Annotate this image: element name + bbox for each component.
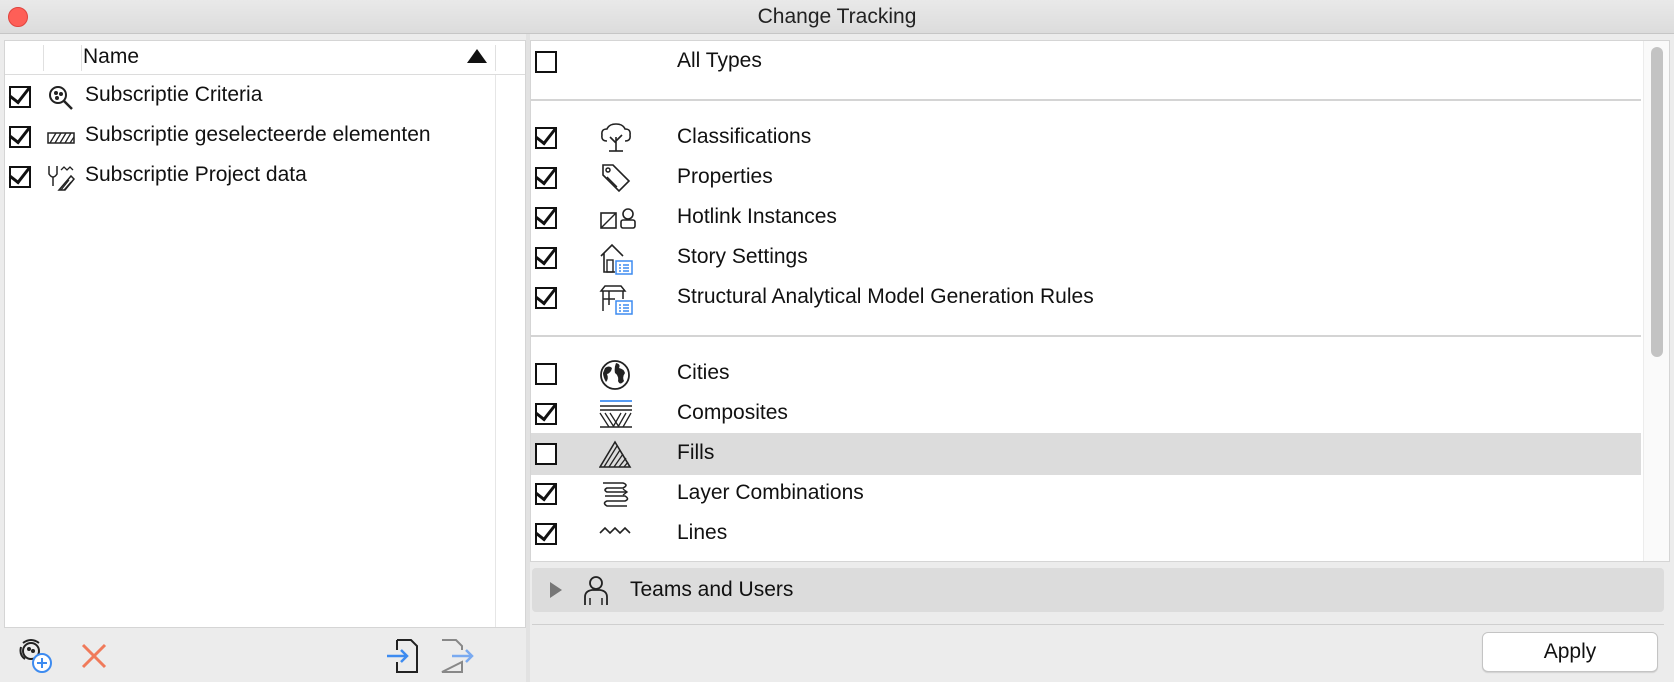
window-title: Change Tracking xyxy=(757,5,917,28)
layers-icon xyxy=(599,479,633,509)
type-checkbox[interactable] xyxy=(535,363,557,385)
list-item-label: Properties xyxy=(677,165,773,188)
type-checkbox[interactable] xyxy=(535,127,557,149)
type-checkbox[interactable] xyxy=(535,207,557,229)
list-item[interactable]: Cities xyxy=(531,353,1641,395)
line-icon xyxy=(599,519,633,549)
list-item[interactable]: Lines xyxy=(531,513,1641,555)
export-button[interactable] xyxy=(436,636,476,676)
list-item[interactable]: Fills xyxy=(531,433,1641,475)
title-bar: Change Tracking xyxy=(0,0,1674,34)
import-button[interactable] xyxy=(382,636,422,676)
change-type-list: All Types Classifications Properties Hot… xyxy=(530,40,1670,562)
list-item-label: Fills xyxy=(677,441,715,464)
delete-icon xyxy=(80,642,108,670)
import-icon xyxy=(385,638,419,674)
list-item[interactable]: Layer Combinations xyxy=(531,473,1641,515)
teams-and-users-section[interactable]: Teams and Users xyxy=(532,568,1664,612)
all-types-checkbox[interactable] xyxy=(535,51,557,73)
list-item[interactable]: Hotlink Instances xyxy=(531,197,1641,239)
type-checkbox[interactable] xyxy=(535,523,557,545)
apply-button[interactable]: Apply xyxy=(1482,632,1658,672)
type-checkbox[interactable] xyxy=(535,443,557,465)
list-item-label: Structural Analytical Model Generation R… xyxy=(677,285,1094,308)
list-item[interactable]: All Types xyxy=(531,41,1641,83)
list-item-label: Lines xyxy=(677,521,728,544)
add-subscription-icon xyxy=(17,637,55,675)
type-checkbox[interactable] xyxy=(535,287,557,309)
list-header: Name xyxy=(5,41,525,75)
tag-icon xyxy=(599,163,633,193)
list-item[interactable]: Subscriptie Criteria xyxy=(5,77,495,117)
hatched-element-icon xyxy=(47,124,75,152)
list-item-label: Subscriptie Criteria xyxy=(85,83,263,106)
list-item[interactable]: Subscriptie Project data xyxy=(5,157,495,197)
user-icon xyxy=(580,574,612,606)
fill-icon xyxy=(599,439,633,469)
group-divider xyxy=(531,99,1641,101)
add-subscription-button[interactable] xyxy=(16,636,56,676)
export-icon xyxy=(438,638,474,674)
composite-icon xyxy=(599,399,633,429)
subscription-checkbox[interactable] xyxy=(9,126,31,148)
subscription-checkbox[interactable] xyxy=(9,166,31,188)
hotlink-icon xyxy=(599,203,636,233)
sort-ascending-icon[interactable] xyxy=(467,49,487,63)
name-column-header[interactable]: Name xyxy=(83,45,139,69)
list-item-label: Cities xyxy=(677,361,730,384)
list-item-label: Subscriptie Project data xyxy=(85,163,307,186)
list-item[interactable]: Story Settings xyxy=(531,237,1641,279)
group-divider xyxy=(531,335,1641,337)
list-item[interactable]: Structural Analytical Model Generation R… xyxy=(531,277,1641,319)
globe-icon xyxy=(599,359,633,390)
type-checkbox[interactable] xyxy=(535,167,557,189)
list-item-label: Story Settings xyxy=(677,245,808,268)
structural-model-icon xyxy=(599,283,633,315)
tree-icon xyxy=(599,123,633,153)
disclosure-triangle-icon[interactable] xyxy=(550,582,562,598)
list-item[interactable]: Properties xyxy=(531,157,1641,199)
story-settings-icon xyxy=(599,243,633,275)
project-data-icon xyxy=(47,164,75,192)
list-item-label: Classifications xyxy=(677,125,812,148)
type-checkbox[interactable] xyxy=(535,403,557,425)
type-checkbox[interactable] xyxy=(535,483,557,505)
list-item-label: Layer Combinations xyxy=(677,481,864,504)
list-item-label: Subscriptie geselecteerde elementen xyxy=(85,123,431,146)
list-item-label: Composites xyxy=(677,401,788,424)
teams-and-users-label: Teams and Users xyxy=(630,578,794,601)
subscription-list: Name Subscriptie Criteria Subscriptie ge… xyxy=(4,40,526,628)
criteria-search-icon xyxy=(47,84,75,112)
delete-subscription-button[interactable] xyxy=(74,636,114,676)
type-checkbox[interactable] xyxy=(535,247,557,269)
list-item[interactable]: Composites xyxy=(531,393,1641,435)
list-item[interactable]: Classifications xyxy=(531,117,1641,159)
change-tracking-window: Change Tracking Name Subscriptie Criteri… xyxy=(0,0,1674,682)
list-toolbar xyxy=(4,628,526,682)
list-item-label: Hotlink Instances xyxy=(677,205,837,228)
footer-divider xyxy=(532,624,1664,625)
scrollbar-thumb[interactable] xyxy=(1651,47,1663,357)
list-item-label: All Types xyxy=(677,49,762,72)
list-item[interactable]: Subscriptie geselecteerde elementen xyxy=(5,117,495,157)
subscription-checkbox[interactable] xyxy=(9,86,31,108)
